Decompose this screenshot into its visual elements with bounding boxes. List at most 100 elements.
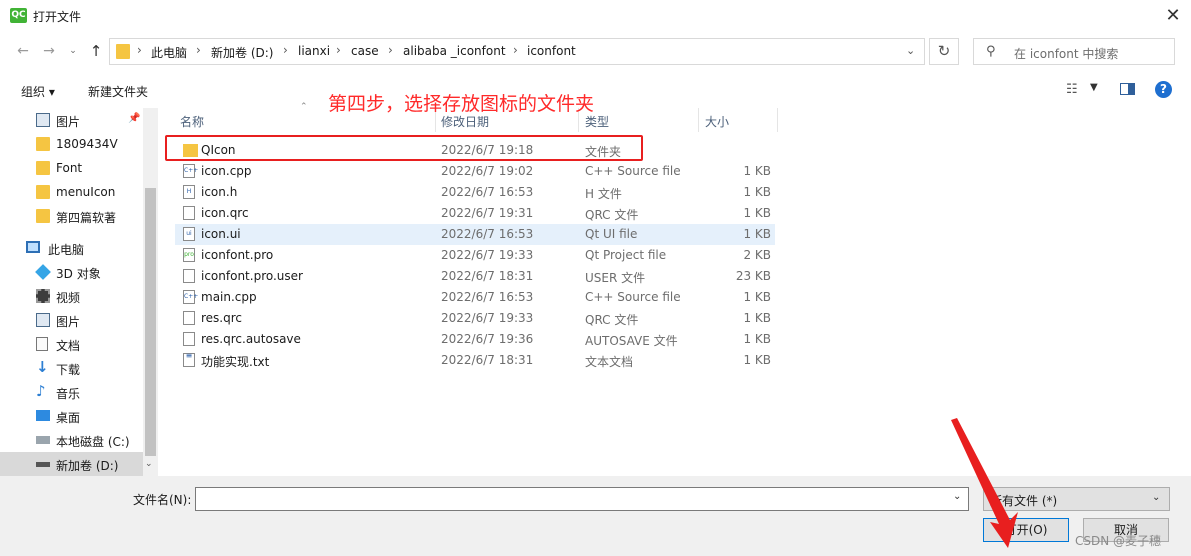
chevron-right-icon: ›: [336, 43, 341, 57]
ui-file-icon: ui: [183, 227, 195, 241]
nav-item-pictures[interactable]: 图片: [0, 308, 143, 332]
file-name: icon.ui: [201, 227, 241, 241]
file-row[interactable]: ui icon.ui 2022/6/7 16:53 Qt UI file 1 K…: [175, 224, 775, 245]
file-size: 1 KB: [743, 353, 771, 367]
file-type: USER 文件: [585, 271, 646, 285]
recent-locations-button[interactable]: ⌄: [62, 40, 84, 62]
file-size: 1 KB: [743, 206, 771, 220]
filename-dropdown[interactable]: ⌄: [953, 491, 961, 502]
nav-item-font[interactable]: Font: [0, 156, 143, 180]
cpp-file-icon: C++: [183, 290, 198, 304]
nav-item-menuicon[interactable]: menuIcon: [0, 180, 143, 204]
nav-item-documents[interactable]: 文档: [0, 332, 143, 356]
file-size: 1 KB: [743, 311, 771, 325]
file-row[interactable]: iconfont.pro.user 2022/6/7 18:31 USER 文件…: [175, 266, 775, 287]
file-type: 文本文档: [585, 355, 634, 369]
nav-item-drive-c[interactable]: 本地磁盘 (C:): [0, 428, 143, 452]
up-button[interactable]: ↑: [85, 40, 107, 62]
nav-item-downloads[interactable]: ↓ 下载: [0, 356, 143, 380]
nav-item-desktop[interactable]: 桌面: [0, 404, 143, 428]
back-button[interactable]: ←: [12, 40, 34, 62]
open-button[interactable]: 打开(O): [983, 518, 1069, 542]
file-date: 2022/6/7 16:53: [441, 185, 534, 199]
breadcrumb-alibaba-iconfont[interactable]: alibaba _iconfont: [403, 44, 506, 58]
pictures-icon: [36, 313, 50, 327]
pictures-icon: [36, 113, 50, 127]
folder-icon: [116, 44, 130, 59]
file-type: Qt Project file: [585, 248, 667, 262]
music-icon: ♪: [36, 382, 46, 400]
close-window-button[interactable]: ✕: [1158, 2, 1188, 30]
blank-file-icon: [183, 332, 195, 346]
file-type: C++ Source file: [585, 164, 681, 178]
window-title: 打开文件: [33, 10, 82, 24]
file-size: 1 KB: [743, 332, 771, 346]
file-row[interactable]: C++ main.cpp 2022/6/7 16:53 C++ Source f…: [175, 287, 775, 308]
file-name: res.qrc.autosave: [201, 332, 301, 346]
view-options-icon[interactable]: ☷: [1066, 82, 1078, 97]
column-header-name[interactable]: 名称: [180, 113, 204, 130]
organize-menu[interactable]: 组织 ▾: [21, 83, 55, 100]
annotation-highlight-box: [165, 135, 643, 161]
drive-icon: [36, 462, 50, 467]
nav-item-3d-objects[interactable]: 3D 对象: [0, 260, 143, 284]
nav-item-this-pc[interactable]: 此电脑: [0, 236, 143, 260]
blank-file-icon: [183, 269, 195, 283]
arrow-up-icon: ↑: [89, 42, 103, 60]
blank-file-icon: [183, 311, 195, 325]
file-name: main.cpp: [201, 290, 257, 304]
address-bar[interactable]: › 此电脑 › 新加卷 (D:) › lianxi › case › aliba…: [109, 38, 925, 65]
chevron-down-icon: ⌄: [1152, 492, 1161, 503]
file-row[interactable]: res.qrc.autosave 2022/6/7 19:36 AUTOSAVE…: [175, 329, 775, 350]
nav-item-videos[interactable]: 视频: [0, 284, 143, 308]
file-row[interactable]: icon.qrc 2022/6/7 19:31 QRC 文件 1 KB: [175, 203, 775, 224]
file-row[interactable]: H icon.h 2022/6/7 16:53 H 文件 1 KB: [175, 182, 775, 203]
file-row[interactable]: ≡ 功能实现.txt 2022/6/7 18:31 文本文档 1 KB: [175, 350, 775, 371]
view-options-dropdown[interactable]: ▼: [1090, 82, 1098, 93]
preview-pane-icon[interactable]: [1120, 83, 1135, 95]
breadcrumb-lianxi[interactable]: lianxi: [298, 44, 330, 58]
nav-item-music[interactable]: ♪ 音乐: [0, 380, 143, 404]
column-header-size[interactable]: 大小: [705, 113, 729, 130]
chevron-right-icon: ›: [137, 43, 142, 57]
filetype-select[interactable]: 所有文件 (*) ⌄: [983, 487, 1170, 511]
header-file-icon: H: [183, 185, 195, 199]
new-folder-button[interactable]: 新建文件夹: [88, 83, 148, 100]
chevron-right-icon: ›: [513, 43, 518, 57]
search-input[interactable]: 在 iconfont 中搜索: [1014, 45, 1118, 62]
file-name: iconfont.pro.user: [201, 269, 303, 283]
nav-item-pictures-quick[interactable]: 图片: [0, 108, 143, 132]
breadcrumb-drive-d[interactable]: 新加卷 (D:): [211, 44, 273, 61]
filetype-value: 所有文件 (*): [990, 494, 1058, 508]
help-icon[interactable]: ?: [1155, 81, 1172, 98]
breadcrumb-this-pc[interactable]: 此电脑: [151, 44, 187, 61]
file-row[interactable]: res.qrc 2022/6/7 19:33 QRC 文件 1 KB: [175, 308, 775, 329]
nav-item-drive-d[interactable]: 新加卷 (D:): [0, 452, 143, 476]
breadcrumb-iconfont[interactable]: iconfont: [527, 44, 576, 58]
forward-button[interactable]: →: [38, 40, 60, 62]
breadcrumb-case[interactable]: case: [351, 44, 379, 58]
file-row[interactable]: C++ icon.cpp 2022/6/7 19:02 C++ Source f…: [175, 161, 775, 182]
nav-pane-scroll-thumb[interactable]: [145, 188, 156, 456]
file-date: 2022/6/7 19:31: [441, 206, 534, 220]
qt-creator-app-icon: QC: [10, 8, 27, 23]
download-icon: ↓: [36, 358, 49, 376]
file-size: 23 KB: [735, 269, 771, 283]
scroll-down-icon[interactable]: ⌄: [145, 459, 153, 469]
folder-icon: [36, 185, 50, 199]
nav-item-fourth-copyright[interactable]: 第四篇软著: [0, 204, 143, 228]
file-type: C++ Source file: [585, 290, 681, 304]
file-date: 2022/6/7 16:53: [441, 290, 534, 304]
file-name: res.qrc: [201, 311, 243, 325]
file-row[interactable]: pro iconfont.pro 2022/6/7 19:33 Qt Proje…: [175, 245, 775, 266]
filename-input[interactable]: [195, 487, 969, 511]
file-size: 1 KB: [743, 185, 771, 199]
file-type: AUTOSAVE 文件: [585, 334, 678, 348]
refresh-button[interactable]: ↻: [929, 38, 959, 65]
search-box[interactable]: ⚲ 在 iconfont 中搜索: [973, 38, 1175, 65]
address-history-dropdown[interactable]: ⌄: [906, 44, 915, 57]
computer-icon: [26, 241, 40, 253]
nav-item-1809434v[interactable]: 1809434V: [0, 132, 143, 156]
column-divider: [698, 108, 699, 132]
column-divider: [777, 108, 778, 132]
